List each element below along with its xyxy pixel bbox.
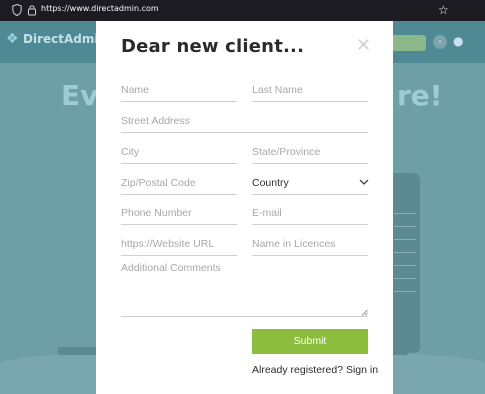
- email-placeholder: E-mail: [252, 207, 282, 219]
- name-placeholder: Name: [121, 84, 150, 96]
- phone-number-placeholder: Phone Number: [121, 207, 192, 219]
- street-address-field[interactable]: Street Address: [121, 113, 368, 133]
- additional-comments-textarea[interactable]: Additional Comments: [121, 260, 368, 317]
- zip-code-field[interactable]: Zip/Postal Code: [121, 175, 237, 195]
- state-province-placeholder: State/Province: [252, 146, 321, 158]
- chevron-down-icon: [359, 179, 369, 185]
- url-text[interactable]: https://www.directadmin.com: [41, 4, 159, 13]
- name-field[interactable]: Name: [121, 82, 237, 102]
- logo-icon: ❖: [6, 31, 19, 47]
- phone-number-field[interactable]: Phone Number: [121, 205, 237, 225]
- submit-button[interactable]: Submit: [252, 329, 368, 354]
- city-field[interactable]: City: [121, 144, 237, 164]
- new-client-modal: Dear new client... ✕ Name Last Name Stre…: [96, 21, 393, 394]
- licence-name-field[interactable]: Name in Licences: [252, 236, 368, 256]
- sign-in-link[interactable]: Already registered? Sign in: [252, 364, 378, 376]
- additional-comments-placeholder: Additional Comments: [121, 262, 221, 274]
- zip-code-placeholder: Zip/Postal Code: [121, 177, 196, 189]
- country-select[interactable]: Country: [252, 175, 369, 195]
- city-placeholder: City: [121, 146, 140, 158]
- star-icon[interactable]: ☆: [438, 3, 449, 17]
- user-icon: ●: [453, 34, 464, 48]
- last-name-placeholder: Last Name: [252, 84, 303, 96]
- last-name-field[interactable]: Last Name: [252, 82, 368, 102]
- lock-icon[interactable]: [27, 4, 37, 16]
- site-logo: ❖ DirectAdmin: [6, 31, 107, 47]
- shield-icon[interactable]: [12, 4, 22, 16]
- state-province-field[interactable]: State/Province: [252, 144, 368, 164]
- modal-title: Dear new client...: [121, 36, 305, 57]
- licence-name-placeholder: Name in Licences: [252, 238, 336, 250]
- email-field[interactable]: E-mail: [252, 205, 368, 225]
- website-url-placeholder: https://Website URL: [121, 238, 215, 250]
- website-url-field[interactable]: https://Website URL: [121, 236, 237, 256]
- hero-text-left: Ev: [61, 79, 99, 112]
- logo-text: DirectAdmin: [23, 32, 108, 46]
- browser-url-bar: https://www.directadmin.com ☆: [0, 0, 485, 21]
- resize-grip-icon[interactable]: [361, 309, 368, 316]
- country-selected-value: Country: [252, 177, 289, 189]
- street-address-placeholder: Street Address: [121, 115, 190, 127]
- device-illustration: [390, 173, 420, 353]
- header-cta-button: [390, 35, 426, 51]
- close-icon[interactable]: ✕: [356, 37, 371, 55]
- search-icon: ⌕: [433, 35, 447, 49]
- hero-text-right: re!: [397, 79, 443, 112]
